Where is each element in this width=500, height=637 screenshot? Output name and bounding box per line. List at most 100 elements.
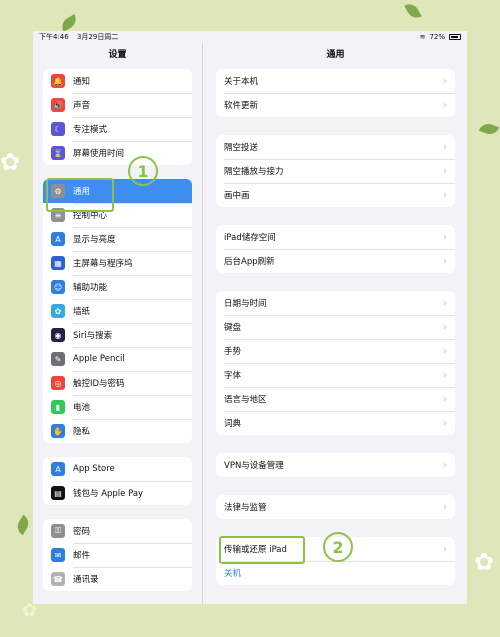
chevron-right-icon: › [443, 459, 447, 471]
settings-row-label: 画中画 [224, 191, 250, 201]
sidebar-item[interactable]: A App Store [43, 457, 192, 481]
settings-row-label: 语言与地区 [224, 395, 267, 405]
settings-row-label: 字体 [224, 371, 242, 381]
shutdown-button[interactable]: 关机 [216, 561, 455, 585]
accessibility-icon: ☺ [51, 280, 65, 294]
shutdown-label: 关机 [224, 569, 242, 579]
sidebar-group: ⚿ 密码 ✉ 邮件 ☎ 通讯录 [43, 519, 192, 591]
wifi-icon: ≋ [419, 33, 426, 41]
sidebar-item[interactable]: ◎ 触控ID与密码 [43, 371, 192, 395]
hand-icon: ✋ [51, 424, 65, 438]
chevron-right-icon: › [443, 255, 447, 267]
annotation-number-2: 2 [323, 532, 353, 562]
sidebar-item[interactable]: ⌛ 屏幕使用时间 [43, 141, 192, 165]
settings-row-label: 隔空投送 [224, 143, 259, 153]
sidebar-item[interactable]: ◉ Siri与搜索 [43, 323, 192, 347]
sidebar-item-label: 辅助功能 [73, 283, 108, 293]
sidebar-item-label: 主屏幕与程序坞 [73, 259, 133, 269]
status-date: 3月29日周二 [76, 33, 119, 41]
sidebar-item[interactable]: ▤ 钱包与 Apple Pay [43, 481, 192, 505]
mail-icon: ✉ [51, 548, 65, 562]
flower-decoration: ✿ [0, 148, 21, 176]
chevron-right-icon: › [443, 165, 447, 177]
settings-row-label: 软件更新 [224, 101, 259, 111]
sidebar-item[interactable]: ✉ 邮件 [43, 543, 192, 567]
sidebar-item[interactable]: ☺ 辅助功能 [43, 275, 192, 299]
siri-icon: ◉ [51, 328, 65, 342]
hourglass-icon: ⌛ [51, 146, 65, 160]
settings-row[interactable]: 词典 › [216, 411, 455, 435]
page-title: 通用 [326, 50, 345, 60]
settings-group: 法律与监管 › [216, 495, 455, 519]
settings-row-label: 词典 [224, 419, 242, 429]
sidebar-item[interactable]: ✿ 墙纸 [43, 299, 192, 323]
sidebar-item[interactable]: 🔊 声音 [43, 93, 192, 117]
sidebar-item[interactable]: ✋ 隐私 [43, 419, 192, 443]
sidebar-item[interactable]: A 显示与亮度 [43, 227, 192, 251]
sidebar-item[interactable]: ☎ 通讯录 [43, 567, 192, 591]
sidebar-item-label: 声音 [73, 101, 91, 111]
settings-row[interactable]: 软件更新 › [216, 93, 455, 117]
sidebar-item-label: 显示与亮度 [73, 235, 116, 245]
settings-row[interactable]: 隔空投送 › [216, 135, 455, 159]
settings-row[interactable]: 键盘 › [216, 315, 455, 339]
sidebar-item-label: 钱包与 Apple Pay [73, 489, 144, 499]
settings-row[interactable]: 画中画 › [216, 183, 455, 207]
leaf-decoration [478, 121, 500, 137]
settings-row[interactable]: 手势 › [216, 339, 455, 363]
settings-row-label: 日期与时间 [224, 299, 267, 309]
settings-row[interactable]: 隔空播放与接力 › [216, 159, 455, 183]
settings-row-label: 键盘 [224, 323, 242, 333]
moon-icon: ☾ [51, 122, 65, 136]
settings-row[interactable]: 关于本机 › [216, 69, 455, 93]
chevron-right-icon: › [443, 393, 447, 405]
leaf-decoration [58, 14, 80, 32]
ipad-screen: 下午4:46 3月29日周二 ≋ 72% 设置 🔔 通知 🔊 声音 ☾ 专注模式 ⌛ 屏幕使用… [33, 31, 467, 604]
settings-sidebar: 设置 🔔 通知 🔊 声音 ☾ 专注模式 ⌛ 屏幕使用时间 ⚙ 通用 ≡ 控制中心 A 显示与亮度 ▦ 主屏幕与… [33, 43, 203, 604]
sidebar-item[interactable]: ⚿ 密码 [43, 519, 192, 543]
sidebar-item-label: App Store [73, 464, 115, 474]
settings-row[interactable]: 日期与时间 › [216, 291, 455, 315]
chevron-right-icon: › [443, 501, 447, 513]
settings-row[interactable]: 字体 › [216, 363, 455, 387]
settings-row-label: 后台App刷新 [224, 257, 275, 267]
status-bar: 下午4:46 3月29日周二 ≋ 72% [33, 31, 467, 43]
settings-group: iPad储存空间 › 后台App刷新 › [216, 225, 455, 273]
settings-row[interactable]: 法律与监管 › [216, 495, 455, 519]
chevron-right-icon: › [443, 543, 447, 555]
settings-row-label: 法律与监管 [224, 503, 267, 513]
sidebar-item-label: 专注模式 [73, 125, 108, 135]
leaf-decoration [14, 514, 32, 536]
sidebar-item[interactable]: ✎ Apple Pencil [43, 347, 192, 371]
settings-group: 日期与时间 › 键盘 › 手势 › 字体 › 语言与地区 › 词典 › [216, 291, 455, 435]
sidebar-group: 🔔 通知 🔊 声音 ☾ 专注模式 ⌛ 屏幕使用时间 [43, 69, 192, 165]
annotation-box-transfer [219, 536, 305, 564]
sidebar-group: A App Store ▤ 钱包与 Apple Pay [43, 457, 192, 505]
settings-row[interactable]: VPN与设备管理 › [216, 453, 455, 477]
sidebar-item-label: Apple Pencil [73, 354, 125, 364]
settings-row[interactable]: 后台App刷新 › [216, 249, 455, 273]
sidebar-group: ⚙ 通用 ≡ 控制中心 A 显示与亮度 ▦ 主屏幕与程序坞 ☺ 辅助功能 ✿ 墙纸 ◉ Siri与搜索 ✎ A… [43, 179, 192, 443]
chevron-right-icon: › [443, 141, 447, 153]
sidebar-item[interactable]: ▦ 主屏幕与程序坞 [43, 251, 192, 275]
sidebar-item[interactable]: ▮ 电池 [43, 395, 192, 419]
settings-group: VPN与设备管理 › [216, 453, 455, 477]
chevron-right-icon: › [443, 297, 447, 309]
battery-icon [449, 34, 461, 40]
sidebar-item[interactable]: ☾ 专注模式 [43, 117, 192, 141]
speaker-icon: 🔊 [51, 98, 65, 112]
sidebar-item[interactable]: 🔔 通知 [43, 69, 192, 93]
contacts-icon: ☎ [51, 572, 65, 586]
flower-decoration: ✿ [474, 548, 495, 576]
text-size-icon: A [51, 232, 65, 246]
sidebar-item-label: 屏幕使用时间 [73, 149, 125, 159]
chevron-right-icon: › [443, 189, 447, 201]
sidebar-item-label: 触控ID与密码 [73, 379, 125, 389]
settings-row[interactable]: iPad储存空间 › [216, 225, 455, 249]
chevron-right-icon: › [443, 345, 447, 357]
sidebar-title: 设置 [108, 50, 127, 60]
settings-row[interactable]: 语言与地区 › [216, 387, 455, 411]
settings-group: 关于本机 › 软件更新 › [216, 69, 455, 117]
sidebar-item-label: 墙纸 [73, 307, 91, 317]
chevron-right-icon: › [443, 417, 447, 429]
